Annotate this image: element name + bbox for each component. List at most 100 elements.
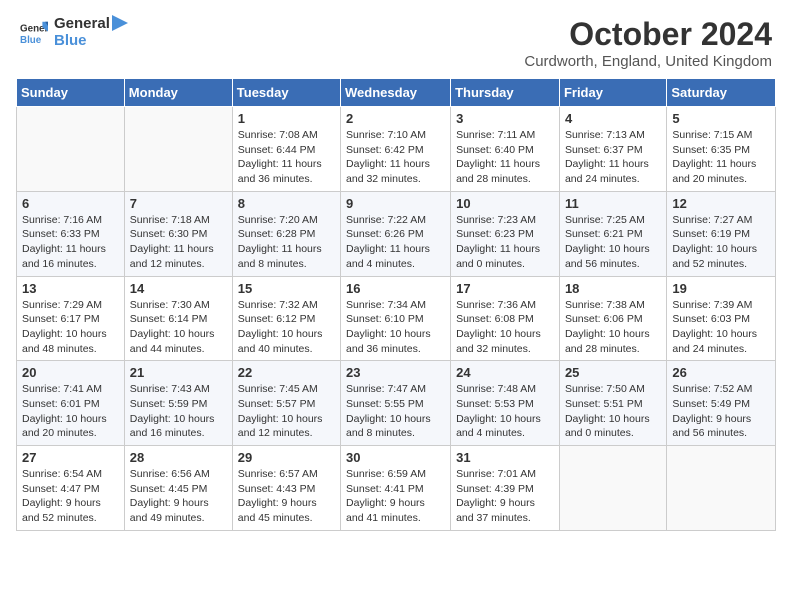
calendar-table: Sunday Monday Tuesday Wednesday Thursday… [16,78,776,531]
day-info: Sunrise: 7:50 AM Sunset: 5:51 PM Dayligh… [565,382,661,441]
calendar-cell: 1 Sunrise: 7:08 AM Sunset: 6:44 PM Daylig… [232,107,340,192]
day-number: 8 [238,196,335,211]
day-info: Sunrise: 7:08 AM Sunset: 6:44 PM Dayligh… [238,128,335,187]
day-info: Sunrise: 7:10 AM Sunset: 6:42 PM Dayligh… [346,128,445,187]
day-number: 16 [346,281,445,296]
day-info: Sunrise: 7:47 AM Sunset: 5:55 PM Dayligh… [346,382,445,441]
calendar-cell: 31 Sunrise: 7:01 AM Sunset: 4:39 PM Dayli… [451,446,560,531]
calendar-cell: 9 Sunrise: 7:22 AM Sunset: 6:26 PM Daylig… [341,191,451,276]
calendar-cell: 21 Sunrise: 7:43 AM Sunset: 5:59 PM Dayli… [124,361,232,446]
day-info: Sunrise: 7:23 AM Sunset: 6:23 PM Dayligh… [456,213,554,272]
logo-icon: General Blue [20,19,48,47]
calendar-cell: 6Sunrise: 7:16 AM Sunset: 6:33 PM Daylig… [17,191,125,276]
day-number: 20 [22,365,119,380]
col-sunday: Sunday [17,79,125,107]
month-title: October 2024 [524,16,772,53]
calendar-week-4: 20 Sunrise: 7:41 AM Sunset: 6:01 PM Dayli… [17,361,776,446]
calendar-cell: 2 Sunrise: 7:10 AM Sunset: 6:42 PM Daylig… [341,107,451,192]
day-info: Sunrise: 7:29 AM Sunset: 6:17 PM Dayligh… [22,298,119,357]
calendar-cell: 16 Sunrise: 7:34 AM Sunset: 6:10 PM Dayli… [341,276,451,361]
day-number: 31 [456,450,554,465]
day-info: Sunrise: 7:34 AM Sunset: 6:10 PM Dayligh… [346,298,445,357]
day-number: 7 [130,196,227,211]
day-number: 28 [130,450,227,465]
day-info: Sunrise: 7:30 AM Sunset: 6:14 PM Dayligh… [130,298,227,357]
calendar-cell: 28 Sunrise: 6:56 AM Sunset: 4:45 PM Dayli… [124,446,232,531]
calendar-cell: 29Sunrise: 6:57 AM Sunset: 4:43 PM Dayli… [232,446,340,531]
calendar-cell: 24 Sunrise: 7:48 AM Sunset: 5:53 PM Dayli… [451,361,560,446]
calendar-cell: 18Sunrise: 7:38 AM Sunset: 6:06 PM Dayli… [559,276,666,361]
day-info: Sunrise: 7:13 AM Sunset: 6:37 PM Dayligh… [565,128,661,187]
day-info: Sunrise: 7:32 AM Sunset: 6:12 PM Dayligh… [238,298,335,357]
day-info: Sunrise: 7:45 AM Sunset: 5:57 PM Dayligh… [238,382,335,441]
calendar-week-3: 13Sunrise: 7:29 AM Sunset: 6:17 PM Dayli… [17,276,776,361]
col-wednesday: Wednesday [341,79,451,107]
day-number: 15 [238,281,335,296]
day-number: 9 [346,196,445,211]
calendar-week-2: 6Sunrise: 7:16 AM Sunset: 6:33 PM Daylig… [17,191,776,276]
col-saturday: Saturday [667,79,776,107]
day-number: 25 [565,365,661,380]
calendar-cell: 8Sunrise: 7:20 AM Sunset: 6:28 PM Daylig… [232,191,340,276]
day-number: 3 [456,111,554,126]
day-number: 12 [672,196,770,211]
day-info: Sunrise: 7:11 AM Sunset: 6:40 PM Dayligh… [456,128,554,187]
day-number: 1 [238,111,335,126]
calendar-cell: 20 Sunrise: 7:41 AM Sunset: 6:01 PM Dayli… [17,361,125,446]
day-number: 23 [346,365,445,380]
calendar-cell: 5Sunrise: 7:15 AM Sunset: 6:35 PM Daylig… [667,107,776,192]
logo-flag-icon [110,15,130,43]
col-monday: Monday [124,79,232,107]
calendar-week-5: 27Sunrise: 6:54 AM Sunset: 4:47 PM Dayli… [17,446,776,531]
calendar-cell: 25 Sunrise: 7:50 AM Sunset: 5:51 PM Dayli… [559,361,666,446]
calendar-cell: 15 Sunrise: 7:32 AM Sunset: 6:12 PM Dayli… [232,276,340,361]
calendar-cell [124,107,232,192]
day-number: 17 [456,281,554,296]
day-info: Sunrise: 7:18 AM Sunset: 6:30 PM Dayligh… [130,213,227,272]
header: General Blue General Blue October 2024 C… [0,0,792,78]
day-info: Sunrise: 7:41 AM Sunset: 6:01 PM Dayligh… [22,382,119,441]
calendar-cell: 23 Sunrise: 7:47 AM Sunset: 5:55 PM Dayli… [341,361,451,446]
day-number: 24 [456,365,554,380]
svg-text:Blue: Blue [20,34,42,45]
logo-general: General [54,16,110,33]
day-number: 30 [346,450,445,465]
calendar-cell [17,107,125,192]
calendar-cell: 30Sunrise: 6:59 AM Sunset: 4:41 PM Dayli… [341,446,451,531]
calendar-cell: 10 Sunrise: 7:23 AM Sunset: 6:23 PM Dayli… [451,191,560,276]
calendar-cell: 26Sunrise: 7:52 AM Sunset: 5:49 PM Dayli… [667,361,776,446]
calendar-week-1: 1 Sunrise: 7:08 AM Sunset: 6:44 PM Daylig… [17,107,776,192]
day-number: 29 [238,450,335,465]
logo-blue: Blue [54,33,110,50]
day-number: 19 [672,281,770,296]
calendar-cell: 22 Sunrise: 7:45 AM Sunset: 5:57 PM Dayli… [232,361,340,446]
day-info: Sunrise: 7:43 AM Sunset: 5:59 PM Dayligh… [130,382,227,441]
calendar-cell: 4 Sunrise: 7:13 AM Sunset: 6:37 PM Daylig… [559,107,666,192]
day-info: Sunrise: 7:25 AM Sunset: 6:21 PM Dayligh… [565,213,661,272]
calendar-cell: 7 Sunrise: 7:18 AM Sunset: 6:30 PM Daylig… [124,191,232,276]
day-info: Sunrise: 7:48 AM Sunset: 5:53 PM Dayligh… [456,382,554,441]
calendar-cell: 17Sunrise: 7:36 AM Sunset: 6:08 PM Dayli… [451,276,560,361]
day-number: 5 [672,111,770,126]
calendar-cell: 3 Sunrise: 7:11 AM Sunset: 6:40 PM Daylig… [451,107,560,192]
col-thursday: Thursday [451,79,560,107]
calendar-cell: 14 Sunrise: 7:30 AM Sunset: 6:14 PM Dayli… [124,276,232,361]
day-info: Sunrise: 7:39 AM Sunset: 6:03 PM Dayligh… [672,298,770,357]
calendar-cell: 12Sunrise: 7:27 AM Sunset: 6:19 PM Dayli… [667,191,776,276]
calendar-cell [667,446,776,531]
calendar-cell: 13Sunrise: 7:29 AM Sunset: 6:17 PM Dayli… [17,276,125,361]
day-number: 22 [238,365,335,380]
day-number: 4 [565,111,661,126]
day-info: Sunrise: 6:56 AM Sunset: 4:45 PM Dayligh… [130,467,227,526]
calendar-cell: 19 Sunrise: 7:39 AM Sunset: 6:03 PM Dayli… [667,276,776,361]
day-number: 10 [456,196,554,211]
day-info: Sunrise: 7:52 AM Sunset: 5:49 PM Dayligh… [672,382,770,441]
day-number: 14 [130,281,227,296]
day-info: Sunrise: 7:38 AM Sunset: 6:06 PM Dayligh… [565,298,661,357]
day-info: Sunrise: 7:01 AM Sunset: 4:39 PM Dayligh… [456,467,554,526]
day-info: Sunrise: 7:16 AM Sunset: 6:33 PM Dayligh… [22,213,119,272]
header-row: Sunday Monday Tuesday Wednesday Thursday… [17,79,776,107]
day-info: Sunrise: 7:22 AM Sunset: 6:26 PM Dayligh… [346,213,445,272]
day-number: 21 [130,365,227,380]
day-number: 2 [346,111,445,126]
